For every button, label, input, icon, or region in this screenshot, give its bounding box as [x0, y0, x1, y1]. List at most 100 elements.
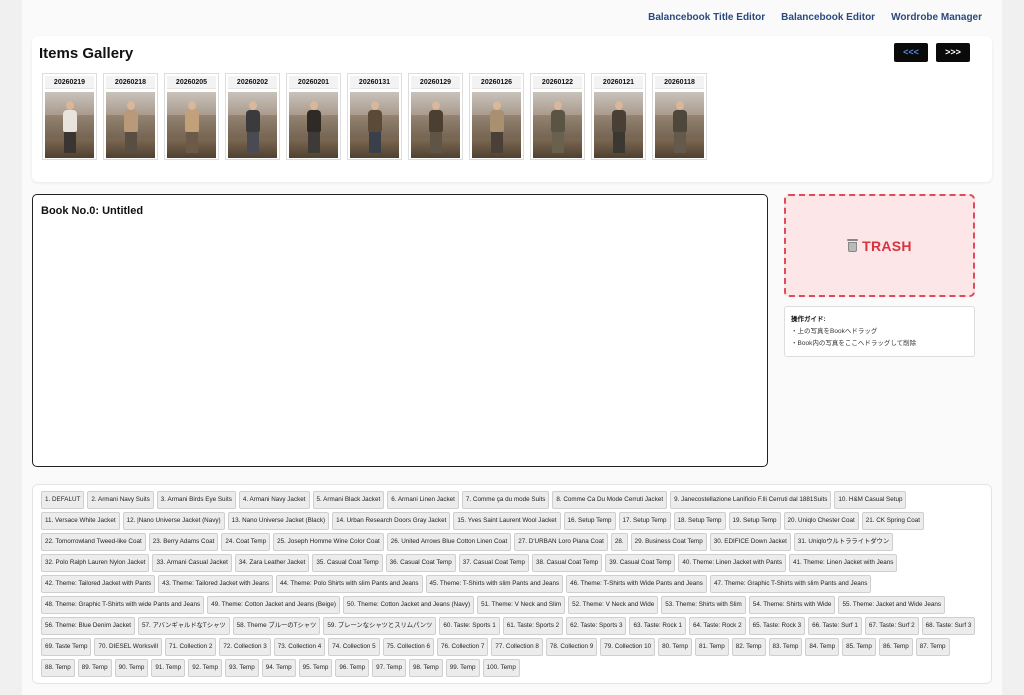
book-select-button[interactable]: 20. Uniqlo Chester Coat	[783, 512, 859, 530]
gallery-thumbnail[interactable]: 20260122	[530, 73, 585, 160]
book-select-button[interactable]: 99. Temp	[445, 659, 480, 677]
book-select-button[interactable]: 11. Versace White Jacket	[41, 512, 120, 530]
book-select-button[interactable]: 43. Theme: Tailored Jacket with Jeans	[158, 575, 274, 593]
book-select-button[interactable]: 49. Theme: Cotton Jacket and Jeans (Beig…	[207, 596, 341, 614]
book-select-button[interactable]: 7. Comme ça du mode Suits	[461, 491, 550, 509]
book-select-button[interactable]: 84. Temp	[805, 638, 840, 656]
book-select-button[interactable]: 74. Collection 5	[328, 638, 380, 656]
book-select-button[interactable]: 60. Taste: Sports 1	[439, 617, 500, 635]
gallery-thumbnail[interactable]: 20260201	[286, 73, 341, 160]
book-select-button[interactable]: 57. アバンギャルドなTシャツ	[137, 617, 230, 635]
prev-page-button[interactable]: <<<	[894, 43, 928, 62]
book-select-button[interactable]: 56. Theme: Blue Denim Jacket	[41, 617, 135, 635]
book-select-button[interactable]: 100. Temp	[482, 659, 520, 677]
book-select-button[interactable]: 2. Armani Navy Suits	[87, 491, 154, 509]
book-select-button[interactable]: 40. Theme: Linen Jacket with Pants	[678, 554, 787, 572]
book-select-button[interactable]: 97. Temp	[372, 659, 406, 677]
book-select-button[interactable]: 81. Temp	[694, 638, 729, 656]
gallery-thumbnail[interactable]: 20260202	[225, 73, 280, 160]
book-select-button[interactable]: 76. Collection 7	[437, 638, 489, 656]
book-select-button[interactable]: 36. Casual Coat Temp	[385, 554, 456, 572]
book-select-button[interactable]: 52. Theme: V Neck and Wide	[568, 596, 659, 614]
book-select-button[interactable]: 39. Casual Coat Temp	[605, 554, 676, 572]
book-select-button[interactable]: 42. Theme: Tailored Jacket with Pants	[41, 575, 156, 593]
book-select-button[interactable]: 85. Temp	[842, 638, 876, 656]
book-select-button[interactable]: 73. Collection 4	[273, 638, 326, 656]
book-select-button[interactable]: 6. Armani Linen Jacket	[387, 491, 459, 509]
book-select-button[interactable]: 28.	[610, 533, 628, 551]
book-select-button[interactable]: 86. Temp	[878, 638, 913, 656]
book-select-button[interactable]: 66. Taste: Surf 1	[808, 617, 862, 635]
book-drop-area[interactable]: Book No.0: Untitled	[32, 194, 768, 467]
book-select-button[interactable]: 21. CK Spring Coat	[861, 512, 924, 530]
nav-title-editor-link[interactable]: Balancebook Title Editor	[648, 12, 765, 23]
gallery-thumbnail[interactable]: 20260126	[469, 73, 524, 160]
book-select-button[interactable]: 14. Urban Research Doors Gray Jacket	[332, 512, 451, 530]
book-select-button[interactable]: 83. Temp	[768, 638, 803, 656]
nav-balancebook-editor-link[interactable]: Balancebook Editor	[781, 12, 875, 23]
gallery-thumbnail[interactable]: 20260218	[103, 73, 158, 160]
book-select-button[interactable]: 96. Temp	[335, 659, 370, 677]
book-select-button[interactable]: 41. Theme: Linen Jacket with Jeans	[789, 554, 898, 572]
book-select-button[interactable]: 50. Theme: Cotton Jacket and Jeans (Navy…	[343, 596, 475, 614]
gallery-thumbnail[interactable]: 20260118	[652, 73, 707, 160]
book-select-button[interactable]: 92. Temp	[188, 659, 222, 677]
book-select-button[interactable]: 61. Taste: Sports 2	[502, 617, 564, 635]
book-select-button[interactable]: 10. H&M Casual Setup	[834, 491, 907, 509]
book-select-button[interactable]: 77. Collection 8	[491, 638, 543, 656]
gallery-thumbnail[interactable]: 20260219	[42, 73, 97, 160]
book-select-button[interactable]: 27. D'URBAN Loro Piana Coat	[514, 533, 608, 551]
book-select-button[interactable]: 46. Theme: T-Shirts with Wide Pants and …	[566, 575, 707, 593]
book-select-button[interactable]: 54. Theme: Shirts with Wide	[748, 596, 836, 614]
book-select-button[interactable]: 12. |Nano Universe Jacket (Navy)	[122, 512, 225, 530]
book-select-button[interactable]: 70. DIESEL Worksvill	[94, 638, 162, 656]
book-select-button[interactable]: 78. Collection 9	[545, 638, 598, 656]
book-select-button[interactable]: 13. Nano Universe Jacket (Black)	[227, 512, 330, 530]
book-select-button[interactable]: 38. Casual Coat Temp	[532, 554, 603, 572]
book-select-button[interactable]: 65. Taste: Rock 3	[748, 617, 806, 635]
book-select-button[interactable]: 98. Temp	[408, 659, 443, 677]
book-select-button[interactable]: 64. Taste: Rock 2	[689, 617, 746, 635]
book-select-button[interactable]: 5. Armani Black Jacket	[312, 491, 385, 509]
gallery-thumbnail[interactable]: 20260129	[408, 73, 463, 160]
book-select-button[interactable]: 88. Temp	[41, 659, 75, 677]
book-select-button[interactable]: 9. Janecostellazione Lanificio F.lli Cer…	[670, 491, 832, 509]
book-select-button[interactable]: 63. Taste: Rock 1	[629, 617, 687, 635]
book-select-button[interactable]: 59. プレーンなシャツとスリムパンツ	[323, 617, 437, 635]
book-select-button[interactable]: 71. Collection 2	[164, 638, 217, 656]
book-select-button[interactable]: 35. Casual Coat Temp	[312, 554, 383, 572]
book-select-button[interactable]: 80. Temp	[658, 638, 692, 656]
book-select-button[interactable]: 68. Taste: Surf 3	[921, 617, 976, 635]
book-select-button[interactable]: 47. Theme: Graphic T-Shirts with slim Pa…	[709, 575, 872, 593]
trash-drop-zone[interactable]: TRASH	[784, 194, 975, 297]
gallery-thumbnail[interactable]: 20260131	[347, 73, 402, 160]
book-select-button[interactable]: 17. Setup Temp	[618, 512, 671, 530]
book-select-button[interactable]: 8. Comme Ca Du Mode Cerruti Jacket	[552, 491, 668, 509]
book-select-button[interactable]: 53. Theme: Shirts with Slim	[661, 596, 746, 614]
book-select-button[interactable]: 91. Temp	[151, 659, 186, 677]
book-select-button[interactable]: 89. Temp	[77, 659, 112, 677]
book-select-button[interactable]: 82. Temp	[731, 638, 766, 656]
book-select-button[interactable]: 90. Temp	[114, 659, 149, 677]
gallery-thumbnail[interactable]: 20260121	[591, 73, 646, 160]
book-select-button[interactable]: 24. Coat Temp	[221, 533, 271, 551]
gallery-thumbnail[interactable]: 20260205	[164, 73, 219, 160]
book-select-button[interactable]: 15. Yves Saint Laurent Wool Jacket	[453, 512, 561, 530]
nav-wordrobe-manager-link[interactable]: Wordrobe Manager	[891, 12, 982, 23]
book-select-button[interactable]: 37. Casual Coat Temp	[458, 554, 529, 572]
book-select-button[interactable]: 58. Theme ブルーのTシャツ	[232, 617, 321, 635]
book-select-button[interactable]: 75. Collection 6	[382, 638, 435, 656]
book-select-button[interactable]: 1. DEFALUT	[41, 491, 85, 509]
book-select-button[interactable]: 45. Theme: T-Shirts with slim Pants and …	[425, 575, 564, 593]
book-select-button[interactable]: 79. Collection 10	[600, 638, 656, 656]
book-select-button[interactable]: 55. Theme: Jacket and Wide Jeans	[838, 596, 946, 614]
book-select-button[interactable]: 33. Armani Casual Jacket	[152, 554, 232, 572]
book-select-button[interactable]: 23. Berry Adams Coat	[148, 533, 219, 551]
book-select-button[interactable]: 95. Temp	[298, 659, 333, 677]
book-select-button[interactable]: 72. Collection 3	[219, 638, 271, 656]
book-select-button[interactable]: 16. Setup Temp	[563, 512, 616, 530]
book-select-button[interactable]: 19. Setup Temp	[728, 512, 781, 530]
book-select-button[interactable]: 51. Theme: V Neck and Slim	[477, 596, 566, 614]
book-select-button[interactable]: 4. Armani Navy Jacket	[238, 491, 310, 509]
book-select-button[interactable]: 48. Theme: Graphic T-Shirts with wide Pa…	[41, 596, 205, 614]
